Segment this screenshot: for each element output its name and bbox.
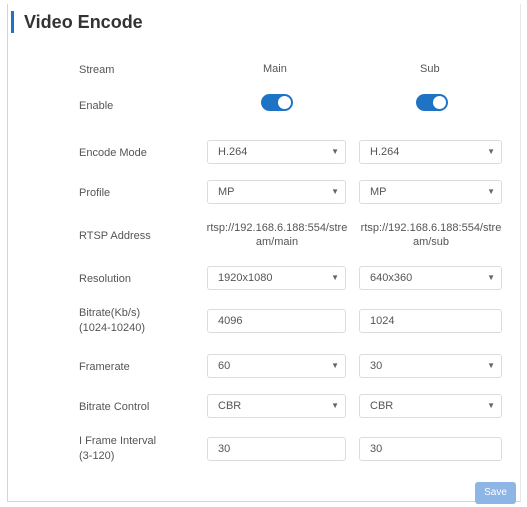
rtsp-address-label: RTSP Address	[79, 230, 151, 242]
sub-framerate-select[interactable]: 30 ▼	[359, 354, 502, 378]
resolution-label: Resolution	[79, 273, 131, 285]
chevron-down-icon: ▼	[487, 187, 495, 196]
main-profile-select[interactable]: MP ▼	[207, 180, 346, 204]
bitrate-label-line2: (1024-10240)	[79, 322, 146, 334]
iframe-interval-label-line2: (3-120)	[79, 450, 115, 462]
main-encode-mode-select[interactable]: H.264 ▼	[207, 140, 346, 164]
main-resolution-select[interactable]: 1920x1080 ▼	[207, 266, 346, 290]
sub-encode-mode-select[interactable]: H.264 ▼	[359, 140, 502, 164]
iframe-interval-label: I Frame Interval (3-120)	[79, 434, 156, 464]
sub-framerate-value: 30	[370, 360, 383, 372]
toggle-knob	[278, 96, 291, 109]
main-rtsp-address: rtsp://192.168.6.188:554/stre am/main	[202, 221, 352, 249]
bitrate-label-line1: Bitrate(Kb/s)	[79, 307, 141, 319]
main-resolution-value: 1920x1080	[218, 272, 273, 284]
sub-bitrate-value: 1024	[370, 315, 395, 327]
sub-profile-select[interactable]: MP ▼	[359, 180, 502, 204]
toggle-knob	[433, 96, 446, 109]
save-button[interactable]: Save	[475, 482, 516, 504]
profile-label: Profile	[79, 187, 111, 199]
sub-rtsp-line2: am/sub	[412, 236, 450, 248]
main-framerate-value: 60	[218, 360, 231, 372]
sub-profile-value: MP	[370, 186, 387, 198]
sub-enable-toggle[interactable]	[416, 94, 448, 111]
main-bitrate-input[interactable]: 4096	[207, 309, 346, 333]
sub-iframe-interval-input[interactable]: 30	[359, 437, 502, 461]
chevron-down-icon: ▼	[331, 401, 339, 410]
main-rtsp-line1: rtsp://192.168.6.188:554/stre	[206, 222, 348, 234]
main-encode-mode-value: H.264	[218, 146, 248, 158]
chevron-down-icon: ▼	[331, 147, 339, 156]
main-framerate-select[interactable]: 60 ▼	[207, 354, 346, 378]
sub-rtsp-line1: rtsp://192.168.6.188:554/stre	[360, 222, 502, 234]
main-rtsp-line2: am/main	[255, 236, 299, 248]
chevron-down-icon: ▼	[487, 273, 495, 282]
chevron-down-icon: ▼	[487, 361, 495, 370]
sub-bitrate-control-select[interactable]: CBR ▼	[359, 394, 502, 418]
main-profile-value: MP	[218, 186, 235, 198]
bitrate-control-label: Bitrate Control	[79, 401, 150, 413]
main-bitrate-control-select[interactable]: CBR ▼	[207, 394, 346, 418]
main-iframe-interval-value: 30	[218, 443, 231, 455]
column-header-main: Main	[263, 63, 287, 75]
chevron-down-icon: ▼	[331, 187, 339, 196]
enable-label: Enable	[79, 100, 114, 112]
column-header-sub: Sub	[420, 63, 440, 75]
main-iframe-interval-input[interactable]: 30	[207, 437, 346, 461]
sub-bitrate-input[interactable]: 1024	[359, 309, 502, 333]
chevron-down-icon: ▼	[331, 273, 339, 282]
sub-encode-mode-value: H.264	[370, 146, 400, 158]
main-bitrate-value: 4096	[218, 315, 243, 327]
chevron-down-icon: ▼	[487, 401, 495, 410]
sub-iframe-interval-value: 30	[370, 443, 383, 455]
title-accent-bar	[11, 11, 14, 33]
bitrate-label: Bitrate(Kb/s) (1024-10240)	[79, 306, 145, 336]
panel-frame	[7, 4, 521, 502]
framerate-label: Framerate	[79, 361, 130, 373]
iframe-interval-label-line1: I Frame Interval	[79, 435, 157, 447]
stream-label: Stream	[79, 64, 115, 76]
chevron-down-icon: ▼	[487, 147, 495, 156]
sub-rtsp-address: rtsp://192.168.6.188:554/stre am/sub	[356, 221, 506, 249]
sub-bitrate-control-value: CBR	[370, 400, 394, 412]
sub-resolution-value: 640x360	[370, 272, 413, 284]
sub-resolution-select[interactable]: 640x360 ▼	[359, 266, 502, 290]
main-enable-toggle[interactable]	[261, 94, 293, 111]
page-title: Video Encode	[24, 12, 143, 32]
encode-mode-label: Encode Mode	[79, 147, 147, 159]
chevron-down-icon: ▼	[331, 361, 339, 370]
main-bitrate-control-value: CBR	[218, 400, 242, 412]
